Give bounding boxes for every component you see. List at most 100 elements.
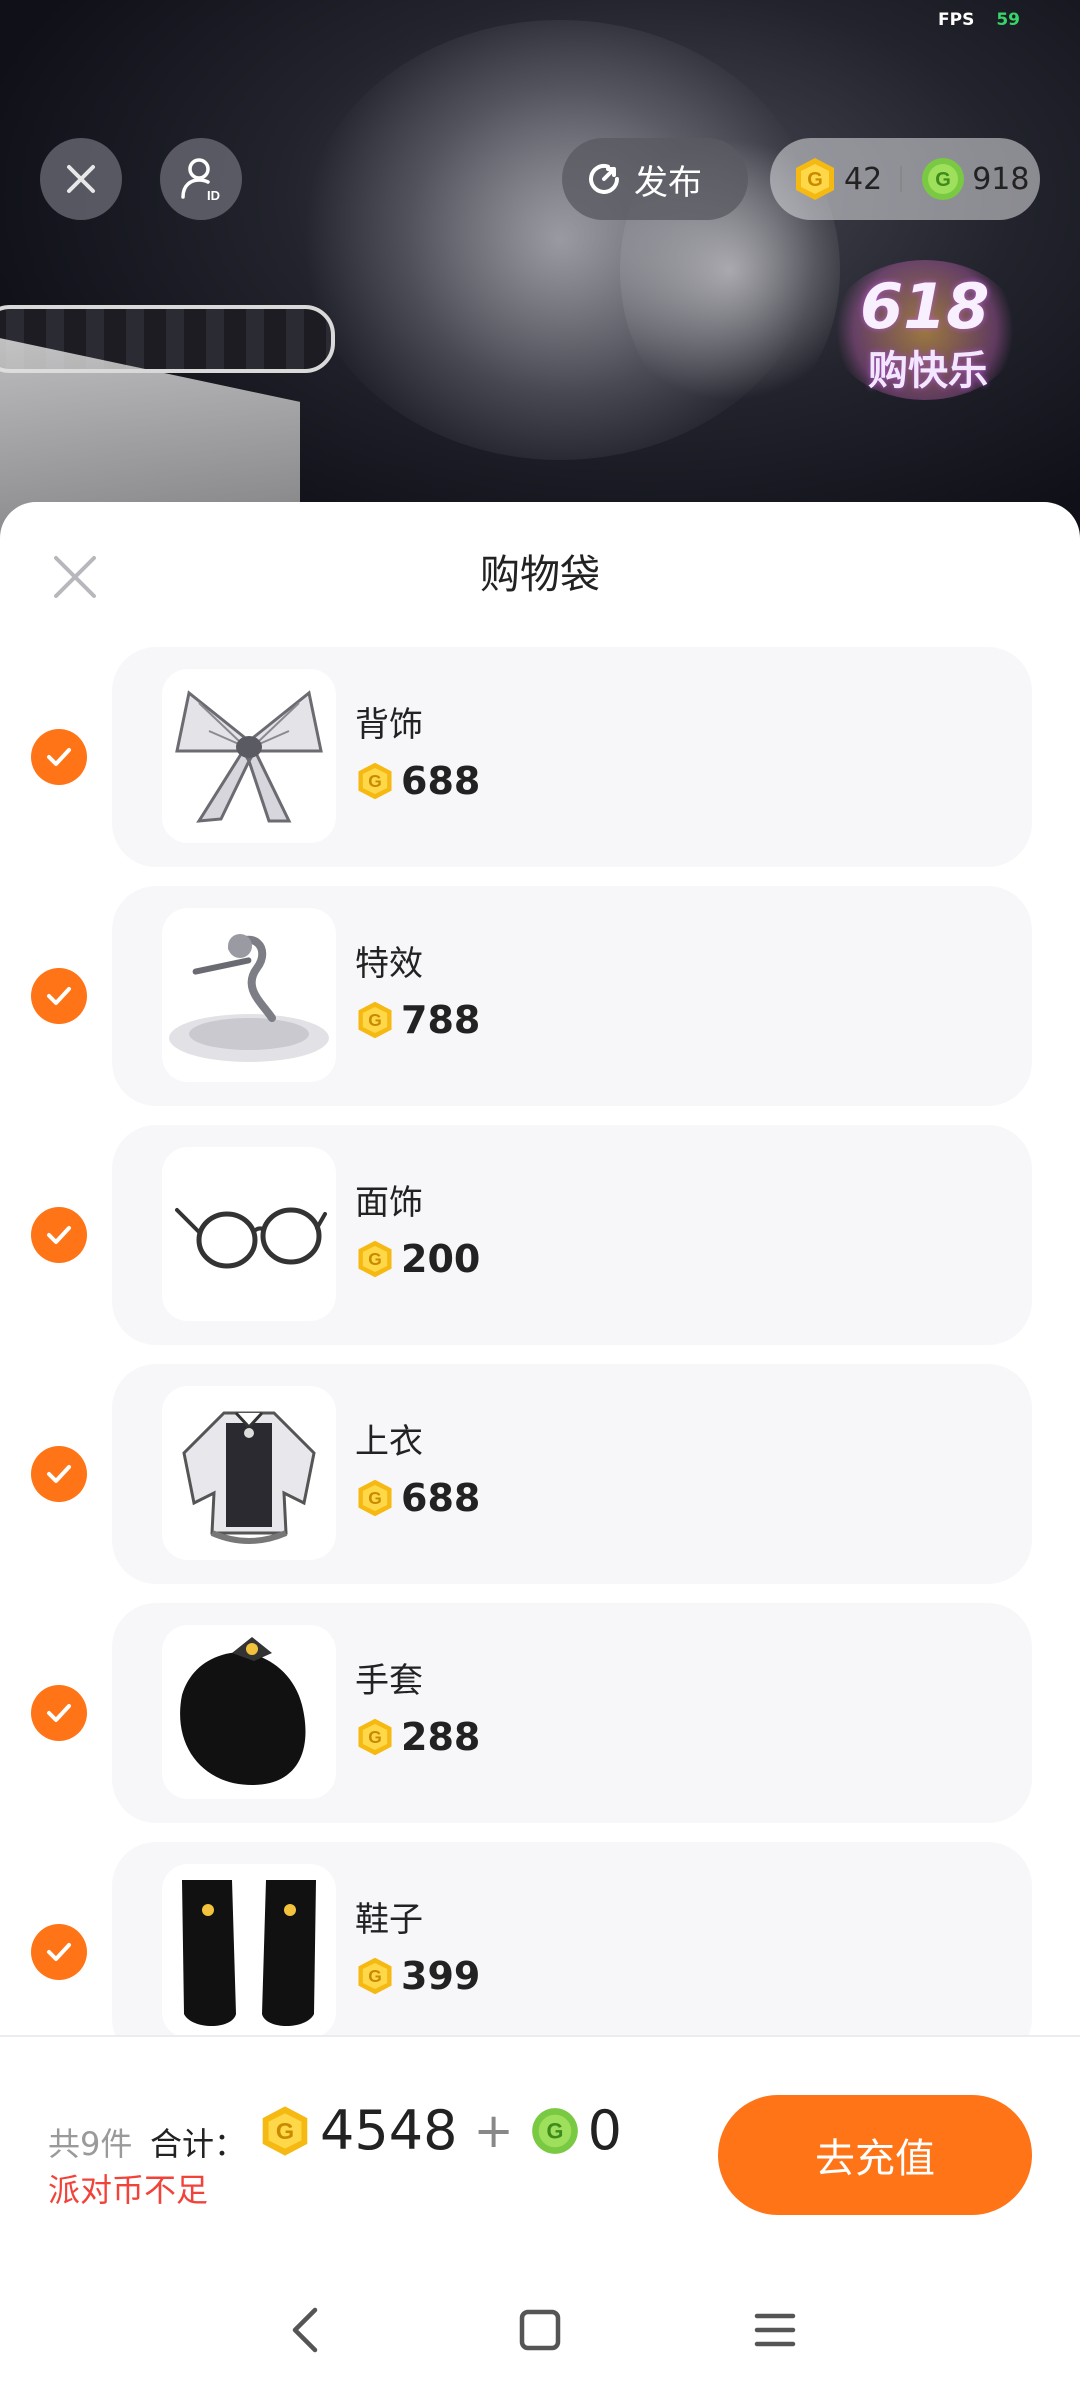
fps-indicator: FPS 59 [938, 10, 1020, 30]
item-price-value: 788 [401, 998, 481, 1042]
item-price: G 200 [355, 1237, 480, 1281]
svg-text:G: G [276, 2118, 294, 2144]
gold-coin-icon: G [358, 1001, 392, 1039]
item-checkbox[interactable] [31, 1446, 87, 1502]
item-thumbnail [162, 1386, 336, 1560]
svg-text:G: G [368, 771, 382, 791]
back-icon [292, 2307, 318, 2353]
promo-line1: 618 [860, 270, 990, 343]
item-price: G 399 [355, 1954, 480, 1998]
total-label: 合计： [150, 2125, 247, 2163]
item-price-value: 688 [401, 1476, 481, 1520]
fps-label: FPS [938, 10, 975, 30]
svg-text:G: G [546, 2118, 563, 2143]
gold-coin-icon: G [262, 2105, 308, 2156]
item-name: 背饰 [355, 705, 423, 745]
gold-coin-icon: G [358, 762, 392, 800]
item-count: 共9件 [48, 2125, 133, 2163]
shoes-image [182, 1880, 316, 2026]
svg-text:G: G [807, 169, 823, 191]
gold-coin-icon: G [358, 1240, 392, 1278]
item-checkbox[interactable] [31, 968, 87, 1024]
close-icon [67, 165, 95, 193]
item-card[interactable]: 面饰 G 200 [112, 1125, 1032, 1345]
cart-item[interactable]: 面饰 G 200 [0, 1125, 1080, 1345]
publish-icon [589, 164, 619, 194]
svg-text:G: G [368, 1010, 382, 1030]
item-name: 手套 [355, 1661, 423, 1701]
item-checkbox[interactable] [31, 1685, 87, 1741]
item-thumbnail [162, 1147, 336, 1321]
item-thumbnail [162, 1864, 336, 2037]
gold-balance: 42 [844, 161, 883, 197]
check-icon [47, 987, 71, 1005]
balance-divider [900, 166, 903, 192]
nav-back-button[interactable] [270, 2295, 340, 2365]
svg-text:G: G [368, 1966, 382, 1986]
top-image [182, 1411, 316, 1544]
item-card[interactable]: 手套 G 288 [112, 1603, 1032, 1823]
nav-menu-button[interactable] [740, 2295, 810, 2365]
gold-total: 4548 [320, 2099, 458, 2162]
item-checkbox[interactable] [31, 729, 87, 785]
cart-item[interactable]: 鞋子 G 399 [0, 1842, 1080, 2037]
cart-item[interactable]: 特效 G 788 [0, 886, 1080, 1106]
svg-text:G: G [368, 1249, 382, 1269]
sheet-title: 购物袋 [480, 552, 600, 598]
system-nav-bar [0, 2260, 1080, 2400]
item-name: 面饰 [355, 1183, 423, 1223]
recharge-button[interactable]: 去充值 [718, 2095, 1032, 2215]
promo-badge[interactable]: 618 购快乐 [820, 250, 1030, 410]
insufficient-funds-warning: 派对币不足 [48, 2171, 209, 2209]
svg-text:G: G [368, 1488, 382, 1508]
item-name: 鞋子 [355, 1900, 423, 1940]
item-card[interactable]: 特效 G 788 [112, 886, 1032, 1106]
item-thumbnail [162, 669, 336, 843]
item-price-value: 288 [401, 1715, 481, 1759]
gold-coin-icon: G [358, 1718, 392, 1756]
item-price-value: 399 [401, 1954, 481, 1998]
cart-item[interactable]: 上衣 G 688 [0, 1364, 1080, 1584]
item-price: G 788 [355, 998, 480, 1042]
check-icon [47, 1943, 71, 1961]
user-id-icon: ID [181, 158, 220, 203]
publish-button[interactable]: 发布 [562, 138, 748, 220]
gold-coin-icon: G [358, 1479, 392, 1517]
item-price: G 688 [355, 759, 480, 803]
bow-image [175, 690, 323, 823]
cart-item[interactable]: 背饰 G 688 [0, 647, 1080, 867]
nav-home-button[interactable] [505, 2295, 575, 2365]
item-price: G 288 [355, 1715, 480, 1759]
checkout-bar: 共9件 合计： G 4548 + G 0 派对币不足 去充值 [0, 2035, 1080, 2215]
item-thumbnail [162, 908, 336, 1082]
check-icon [47, 748, 71, 766]
cart-item[interactable]: 手套 G 288 [0, 1603, 1080, 1823]
exit-button[interactable] [40, 138, 122, 220]
item-card[interactable]: 鞋子 G 399 [112, 1842, 1032, 2037]
item-card[interactable]: 背饰 G 688 [112, 647, 1032, 867]
green-total: 0 [587, 2099, 623, 2162]
green-balance: 918 [972, 161, 1030, 197]
green-coin-icon: G [531, 2107, 578, 2154]
item-card[interactable]: 上衣 G 688 [112, 1364, 1032, 1584]
item-checkbox[interactable] [31, 1924, 87, 1980]
item-checkbox[interactable] [31, 1207, 87, 1263]
svg-text:G: G [368, 1727, 382, 1747]
glasses-image [175, 1207, 327, 1269]
item-name: 上衣 [355, 1422, 423, 1462]
currency-balance[interactable]: G 42 G 918 [770, 138, 1040, 220]
profile-id-button[interactable]: ID [160, 138, 242, 220]
item-price: G 688 [355, 1476, 480, 1520]
effect-image [169, 934, 329, 1062]
gloves-image [180, 1637, 306, 1785]
cart-item-list[interactable]: 背饰 G 688 特效 G 788 面饰 G 200 上衣 G 688 手套 G… [0, 647, 1080, 2037]
item-name: 特效 [355, 944, 423, 984]
check-icon [47, 1465, 71, 1483]
fps-value: 59 [996, 10, 1020, 30]
gold-coin-icon: G [358, 1957, 392, 1995]
item-price-value: 688 [401, 759, 481, 803]
svg-text:ID: ID [207, 188, 220, 203]
gold-coin-icon: G [796, 158, 834, 200]
publish-label: 发布 [634, 162, 702, 203]
promo-line2: 购快乐 [868, 348, 988, 394]
